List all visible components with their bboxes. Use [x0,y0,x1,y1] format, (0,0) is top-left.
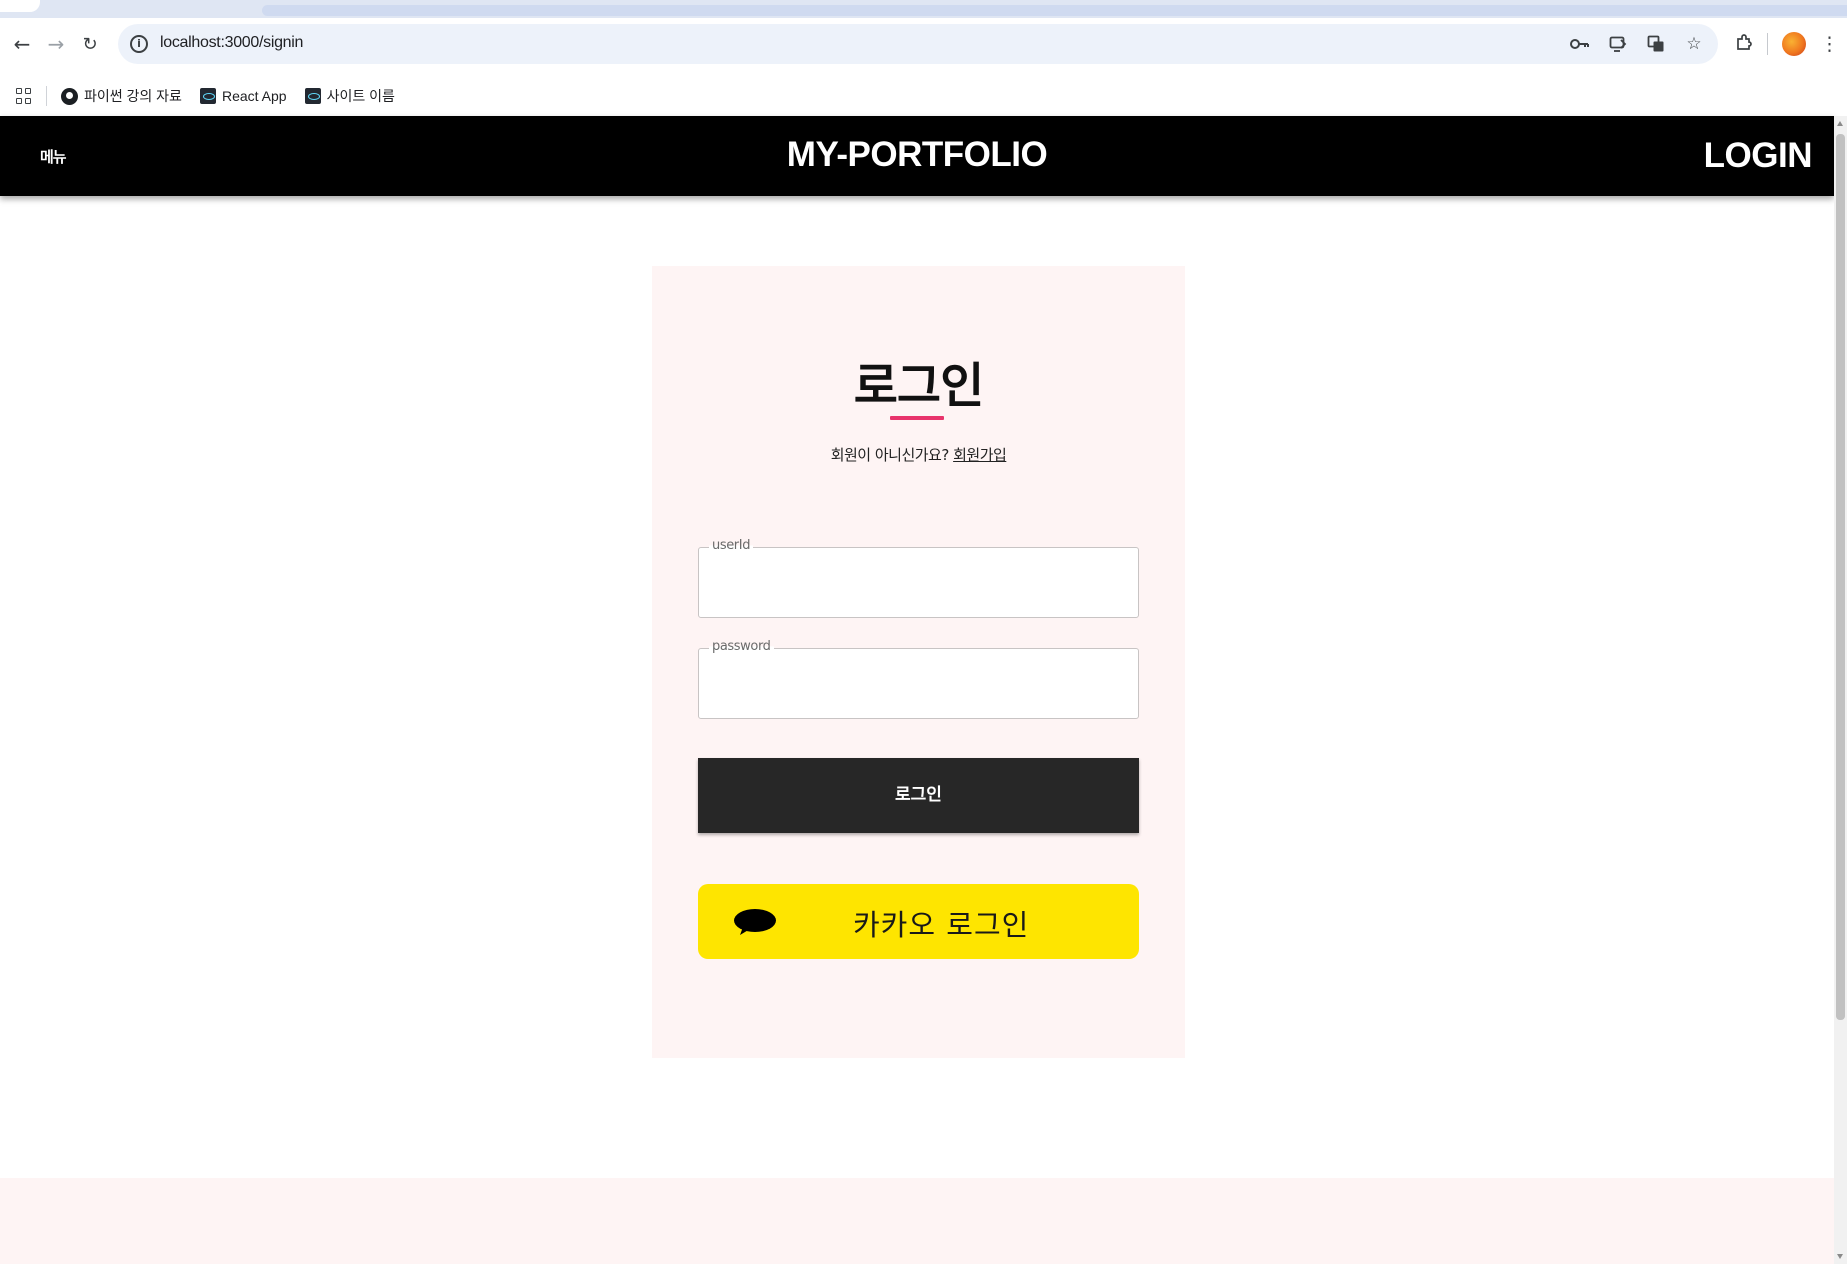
login-submit-button[interactable]: 로그인 [698,758,1139,833]
password-field[interactable]: password [698,639,1139,719]
apps-grid-icon[interactable] [16,88,32,104]
app-header: 메뉴 MY-PORTFOLIO LOGIN [0,116,1834,196]
speech-bubble-icon [734,909,776,935]
profile-avatar[interactable] [1782,32,1806,56]
scroll-down-icon[interactable] [1837,1254,1843,1259]
translate-icon[interactable] [1644,32,1668,56]
page-scrollbar[interactable] [1834,116,1847,1264]
bookmark-python-notes[interactable]: 파이썬 강의 자료 [61,86,182,106]
bookmark-site-name[interactable]: 사이트 이름 [304,86,395,106]
install-app-icon[interactable] [1606,32,1630,56]
bookmark-label: React App [221,88,287,104]
header-login-link[interactable]: LOGIN [1704,136,1813,176]
password-input[interactable] [711,667,1126,701]
toolbar-separator [1767,33,1768,55]
react-icon [199,88,216,104]
extensions-icon[interactable] [1735,33,1753,56]
signup-prompt: 회원이 아니신가요? 회원가입 [652,444,1185,465]
userid-field[interactable]: userId [698,538,1139,618]
reload-icon[interactable]: ↻ [74,28,106,60]
browser-toolbar: ← → ↻ i localhost:3000/signin ☆ ⋮ [0,18,1847,76]
password-label: password [709,639,774,654]
kakao-login-label: 카카오 로그인 [853,908,1030,942]
kakao-login-button[interactable]: 카카오 로그인 [698,884,1139,959]
active-tab[interactable] [0,0,40,12]
site-brand[interactable]: MY-PORTFOLIO [0,135,1834,175]
tab-strip-background [262,5,1847,16]
userid-label: userId [709,538,754,553]
bookmark-label: 사이트 이름 [326,88,395,104]
title-underline [890,416,944,420]
react-icon [304,88,321,104]
bookmark-label: 파이썬 강의 자료 [84,88,182,104]
scroll-up-icon[interactable] [1837,121,1843,126]
scrollbar-thumb[interactable] [1836,134,1845,1020]
bookmarks-bar: 파이썬 강의 자료 React App 사이트 이름 [0,76,1847,116]
site-info-icon[interactable]: i [130,35,148,53]
bookmarks-separator [46,86,47,106]
login-card: 로그인 회원이 아니신가요? 회원가입 userId password 로그인 … [652,266,1185,1058]
page-footer [0,1178,1834,1264]
signup-link[interactable]: 회원가입 [953,446,1007,464]
more-menu-icon[interactable]: ⋮ [1820,33,1839,55]
password-key-icon[interactable] [1568,32,1592,56]
github-icon [61,87,78,105]
userid-input[interactable] [711,566,1126,600]
login-title: 로그인 [853,358,984,414]
bookmark-star-icon[interactable]: ☆ [1682,32,1706,56]
url-text[interactable]: localhost:3000/signin [160,34,303,52]
back-icon[interactable]: ← [6,28,38,60]
address-bar[interactable]: i localhost:3000/signin ☆ [118,24,1718,64]
browser-tab-strip [0,0,1847,18]
bookmark-react-app[interactable]: React App [199,88,287,104]
forward-icon[interactable]: → [40,28,72,60]
signup-prompt-text: 회원이 아니신가요? [830,446,950,464]
